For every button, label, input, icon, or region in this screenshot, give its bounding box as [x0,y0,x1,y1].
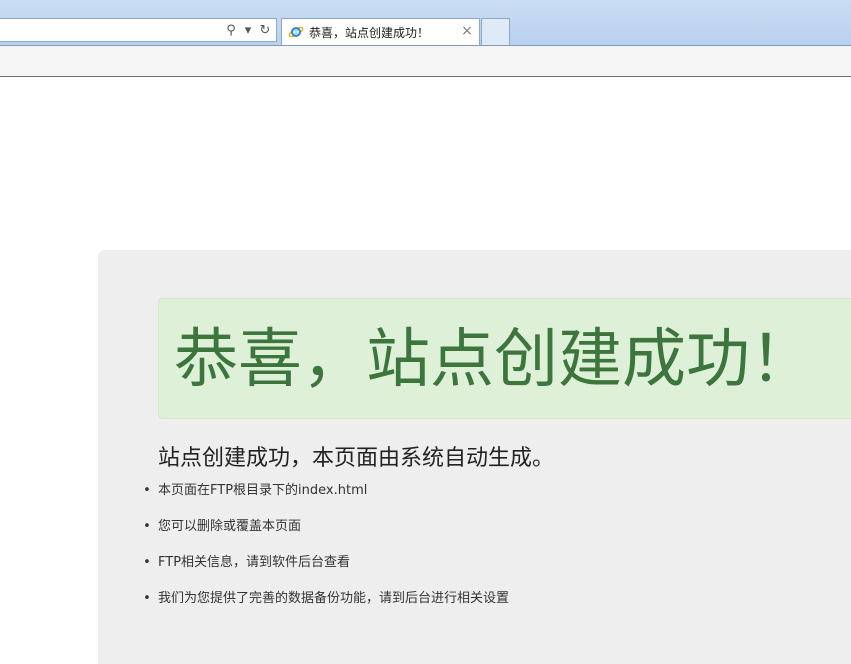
tab-title: 恭喜，站点创建成功！ [309,25,430,40]
page-subtitle: 站点创建成功，本页面由系统自动生成。 [158,446,555,471]
tab-active[interactable]: 恭喜，站点创建成功！ × [281,18,480,45]
address-bar-icons: ⚲ ▾ ↻ [224,20,272,40]
list-item: • FTP相关信息，请到软件后台查看 [142,554,509,590]
list-item-text: 我们为您提供了完善的数据备份功能，请到后台进行相关设置 [158,591,510,606]
bullet: • [143,591,151,606]
jumbotron-panel: 恭喜，站点创建成功！ 站点创建成功，本页面由系统自动生成。 • 本页面在FTP根… [98,250,851,664]
browser-window: ⚲ ▾ ↻ 恭喜，站点创建成功！ × 恭喜，站点创建成功！ 站点创建成功，本页面… [0,0,851,664]
ie-icon [288,26,304,38]
address-bar[interactable]: ⚲ ▾ ↻ [0,18,277,42]
list-item: • 您可以删除或覆盖本页面 [142,518,509,554]
command-bar [0,46,851,77]
page-title: 恭喜，站点创建成功！ [174,323,814,397]
list-item-text: 本页面在FTP根目录下的index.html [158,483,368,498]
page-content: 恭喜，站点创建成功！ 站点创建成功，本页面由系统自动生成。 • 本页面在FTP根… [0,77,851,664]
bullet: • [143,519,151,534]
refresh-icon[interactable]: ↻ [258,21,272,39]
search-icon[interactable]: ⚲ [224,21,238,39]
bullet: • [143,555,151,570]
dropdown-icon[interactable]: ▾ [241,21,255,39]
success-alert: 恭喜，站点创建成功！ [158,298,851,419]
list-item: • 本页面在FTP根目录下的index.html [142,482,509,518]
info-list: • 本页面在FTP根目录下的index.html • 您可以删除或覆盖本页面 •… [142,482,509,626]
browser-chrome: ⚲ ▾ ↻ 恭喜，站点创建成功！ × [0,0,851,46]
list-item: • 我们为您提供了完善的数据备份功能，请到后台进行相关设置 [142,590,509,626]
new-tab-button[interactable] [481,18,510,45]
list-item-text: 您可以删除或覆盖本页面 [158,519,302,534]
list-item-text: FTP相关信息，请到软件后台查看 [158,555,351,570]
close-icon[interactable]: × [460,23,474,39]
bullet: • [143,483,151,498]
